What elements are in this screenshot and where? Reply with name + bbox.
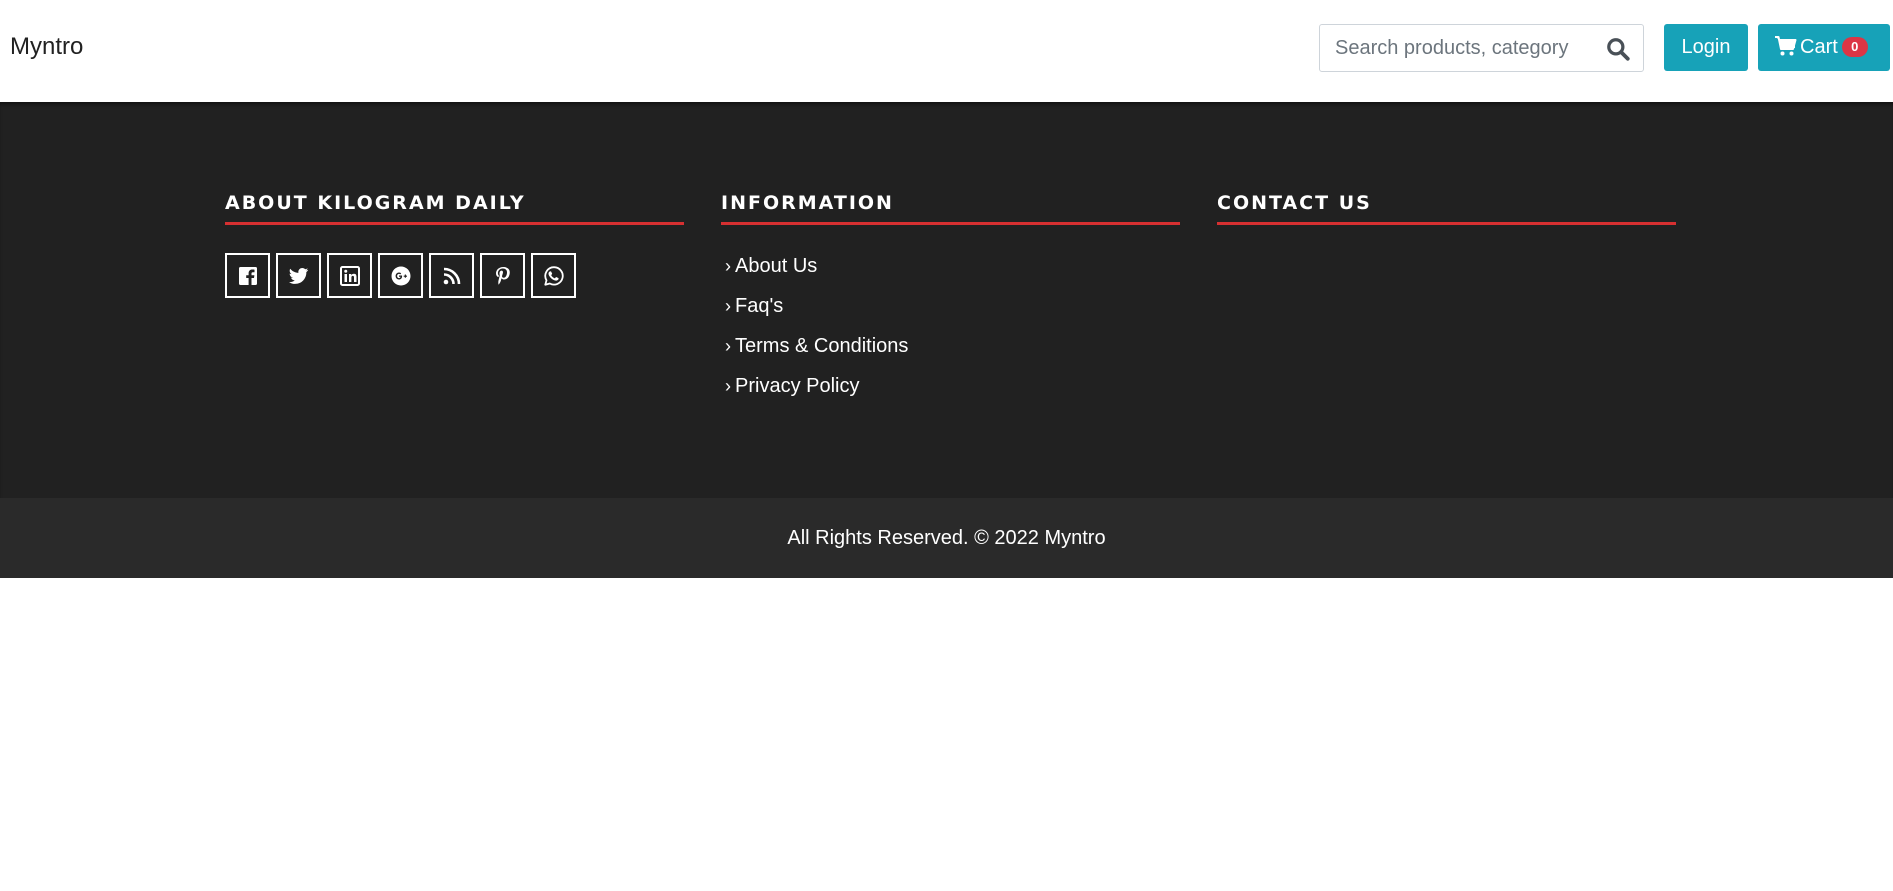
information-title: INFORMATION bbox=[721, 190, 1180, 225]
about-title: ABOUT KILOGRAM DAILY bbox=[225, 190, 684, 225]
link-terms-conditions[interactable]: › Terms & Conditions bbox=[721, 335, 1180, 375]
link-about-us[interactable]: › About Us bbox=[721, 255, 1180, 295]
footer-information-section: INFORMATION › About Us › Faq's › Terms & Co… bbox=[721, 190, 1180, 415]
social-links bbox=[225, 253, 684, 298]
twitter-icon[interactable] bbox=[276, 253, 321, 298]
copyright-bar: All Rights Reserved. © 2022 Myntro bbox=[0, 498, 1893, 578]
copyright-text: All Rights Reserved. © 2022 Myntro bbox=[787, 527, 1106, 549]
footer-about-section: ABOUT KILOGRAM DAILY bbox=[225, 190, 684, 298]
facebook-icon[interactable] bbox=[225, 253, 270, 298]
chevron-right-icon: › bbox=[725, 256, 731, 276]
navbar: Myntro Login Cart0 bbox=[0, 0, 1893, 102]
cart-label: Cart bbox=[1800, 36, 1838, 59]
link-faqs[interactable]: › Faq's bbox=[721, 295, 1180, 335]
google-plus-icon[interactable] bbox=[378, 253, 423, 298]
link-label: About Us bbox=[735, 255, 818, 277]
pinterest-icon[interactable] bbox=[480, 253, 525, 298]
footer-contact-section: CONTACT US bbox=[1217, 190, 1676, 225]
link-privacy-policy[interactable]: › Privacy Policy bbox=[721, 375, 1180, 415]
cart-icon bbox=[1775, 35, 1797, 56]
search-icon[interactable] bbox=[1605, 36, 1631, 62]
chevron-right-icon: › bbox=[725, 296, 731, 316]
cart-button[interactable]: Cart 0 bbox=[1758, 24, 1890, 71]
link-label: Faq's bbox=[735, 295, 784, 317]
linkedin-icon[interactable] bbox=[327, 253, 372, 298]
search-form bbox=[1319, 24, 1644, 72]
rss-icon[interactable] bbox=[429, 253, 474, 298]
contact-title: CONTACT US bbox=[1217, 190, 1676, 225]
chevron-right-icon: › bbox=[725, 376, 731, 396]
search-input[interactable] bbox=[1320, 25, 1590, 71]
information-links: › About Us › Faq's › Terms & Conditions › Pr… bbox=[721, 255, 1180, 415]
cart-count-badge: 0 bbox=[1841, 36, 1868, 57]
whatsapp-icon[interactable] bbox=[531, 253, 576, 298]
login-button[interactable]: Login bbox=[1664, 24, 1748, 71]
chevron-right-icon: › bbox=[725, 336, 731, 356]
link-label: Privacy Policy bbox=[735, 375, 860, 397]
brand-logo[interactable]: Myntro bbox=[10, 32, 83, 62]
footer: ABOUT KILOGRAM DAILY INFORMATION › About… bbox=[0, 102, 1893, 498]
link-label: Terms & Conditions bbox=[735, 335, 909, 357]
